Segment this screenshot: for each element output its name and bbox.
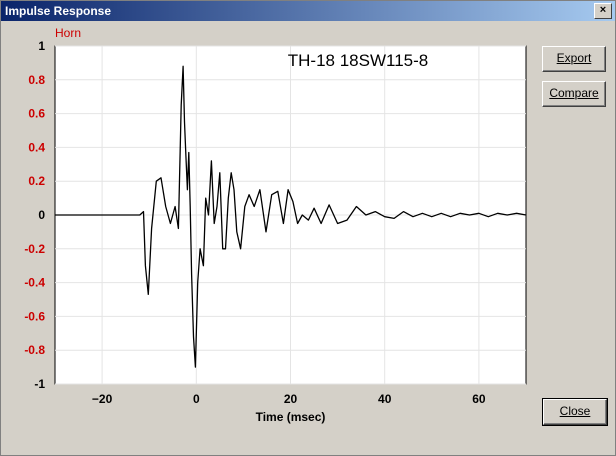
y-tick-label: 1 [38, 39, 45, 53]
series-label: Horn [55, 26, 81, 40]
y-tick-label: 0.2 [28, 174, 45, 188]
y-tick-label: -0.4 [24, 276, 45, 290]
y-tick-label: -0.8 [24, 343, 45, 357]
y-tick-label: -0.6 [24, 309, 45, 323]
compare-button[interactable]: Compare [542, 81, 606, 107]
x-tick-label: 40 [378, 392, 392, 406]
y-tick-label: -1 [34, 377, 45, 391]
impulse-response-chart: 1 0.8 0.6 0.4 0.2 0 -0.2 -0.4 -0.6 -0.8 -1 −20 0 20 40… [24, 26, 527, 424]
y-tick-label: 0.8 [28, 73, 45, 87]
chart-title: TH-18 18SW115-8 [288, 51, 428, 70]
y-tick-label: 0.6 [28, 107, 45, 121]
x-tick-label: −20 [92, 392, 113, 406]
impulse-response-window: Impulse Response × 1 0.8 0.6 0.4 0.2 0 -0.2 -0.… [0, 0, 616, 456]
export-button[interactable]: Export [542, 46, 606, 72]
x-tick-label: 20 [284, 392, 298, 406]
x-tick-label: 0 [193, 392, 200, 406]
x-axis-label: Time (msec) [256, 410, 326, 424]
close-icon[interactable]: × [594, 3, 612, 19]
close-button[interactable]: Close [542, 398, 608, 426]
y-tick-label: 0 [38, 208, 45, 222]
window-title: Impulse Response [5, 4, 112, 18]
x-tick-label: 60 [472, 392, 486, 406]
y-tick-label: 0.4 [28, 140, 45, 154]
title-bar[interactable]: Impulse Response × [1, 1, 615, 21]
y-tick-label: -0.2 [24, 242, 45, 256]
